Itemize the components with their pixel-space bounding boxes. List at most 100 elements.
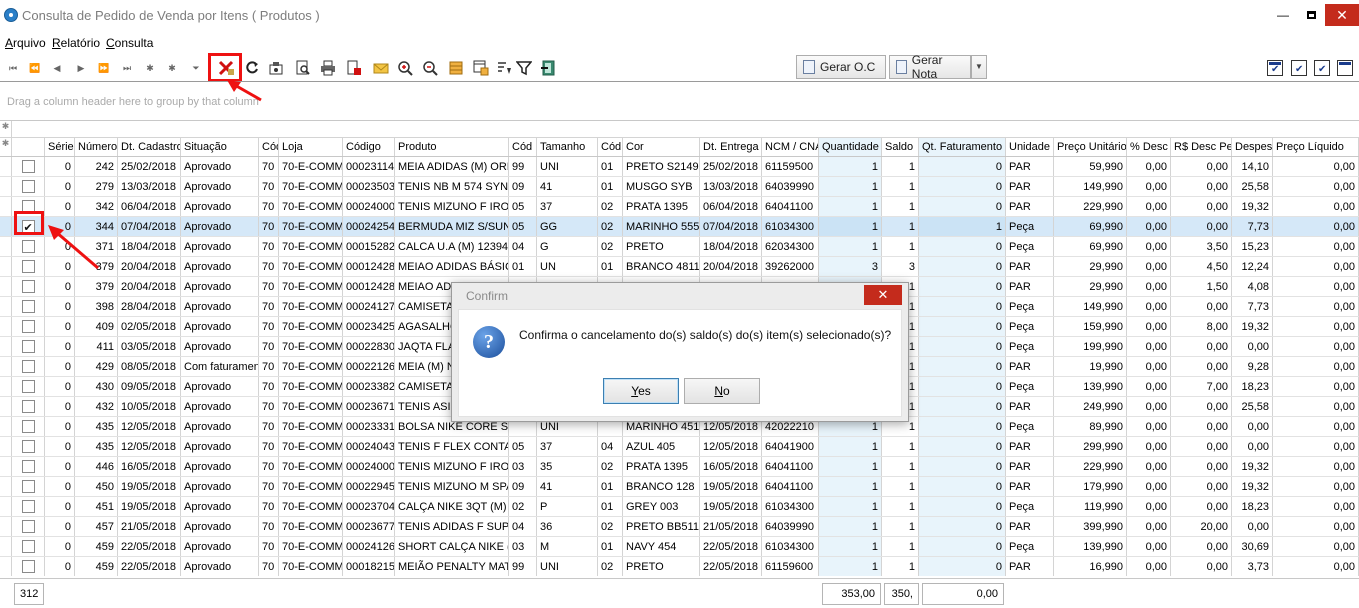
row-checkbox[interactable]: [21, 420, 35, 433]
column-header-dt-entrega[interactable]: Dt. Entrega: [700, 138, 762, 156]
print-icon[interactable]: [319, 59, 337, 77]
check-all-icon[interactable]: ✔: [1314, 60, 1330, 76]
first-record-icon[interactable]: ⏮: [4, 59, 22, 77]
column-header-despesa[interactable]: Despesa: [1232, 138, 1273, 156]
table-row[interactable]: 027913/03/2018Aprovado7070-E-COMMERCE000…: [0, 177, 1359, 197]
row-checkbox[interactable]: [21, 300, 35, 313]
table-row[interactable]: 045019/05/2018Aprovado7070-E-COMMERCE000…: [0, 477, 1359, 497]
layout-save-icon[interactable]: ✔: [1267, 60, 1283, 76]
gerar-nota-dropdown[interactable]: ▼: [971, 55, 987, 79]
sort-icon[interactable]: [495, 59, 513, 77]
row-indicator[interactable]: [0, 177, 12, 196]
row-indicator[interactable]: [0, 217, 12, 236]
row-checkbox[interactable]: [21, 260, 35, 273]
row-checkbox[interactable]: [21, 360, 35, 373]
post-record-icon[interactable]: ⏷: [187, 59, 205, 77]
table-row[interactable]: 034206/04/2018Aprovado7070-E-COMMERCE000…: [0, 197, 1359, 217]
row-indicator[interactable]: [0, 317, 12, 336]
zoom-in-icon[interactable]: [396, 59, 414, 77]
row-checkbox[interactable]: [21, 380, 35, 393]
layout-columns-icon[interactable]: ✔: [1291, 60, 1307, 76]
gerar-nota-button[interactable]: Gerar Nota: [889, 53, 971, 81]
column-header-quantidade[interactable]: Quantidade: [819, 138, 882, 156]
row-checkbox[interactable]: [21, 280, 35, 293]
row-checkbox[interactable]: [21, 480, 35, 493]
row-checkbox[interactable]: [21, 560, 35, 573]
row-checkbox[interactable]: [21, 240, 35, 253]
row-indicator[interactable]: [0, 377, 12, 396]
column-header-ncm[interactable]: NCM / CNAE: [762, 138, 819, 156]
prev-record-icon[interactable]: ◀: [48, 59, 66, 77]
column-header-tamanho[interactable]: Tamanho: [537, 138, 598, 156]
row-indicator[interactable]: [0, 517, 12, 536]
row-checkbox[interactable]: [21, 440, 35, 453]
row-indicator[interactable]: [0, 297, 12, 316]
exit-icon[interactable]: [539, 59, 557, 77]
column-header-dt-cadastro[interactable]: Dt. Cadastro: [118, 138, 181, 156]
row-indicator[interactable]: [0, 157, 12, 176]
row-checkbox[interactable]: [21, 320, 35, 333]
row-indicator[interactable]: [0, 477, 12, 496]
next-record-icon[interactable]: ▶: [72, 59, 90, 77]
filter-icon[interactable]: [515, 59, 533, 77]
settings-icon[interactable]: [267, 59, 285, 77]
column-header-cod-cor[interactable]: Cód: [598, 138, 623, 156]
column-header-unidade[interactable]: Unidade: [1006, 138, 1054, 156]
dialog-close-button[interactable]: ✕: [864, 285, 902, 305]
table-row[interactable]: 045922/05/2018Aprovado7070-E-COMMERCE000…: [0, 557, 1359, 576]
close-window-button[interactable]: ✕: [1325, 4, 1359, 26]
insert-record-icon[interactable]: ✱: [141, 59, 159, 77]
row-indicator[interactable]: [0, 397, 12, 416]
maximize-button[interactable]: [1296, 4, 1326, 26]
column-header-qt-faturamento[interactable]: Qt. Faturamento: [919, 138, 1006, 156]
row-indicator[interactable]: [0, 277, 12, 296]
zoom-out-icon[interactable]: [421, 59, 439, 77]
column-header-situacao[interactable]: Situação: [181, 138, 259, 156]
column-header-desc-pct[interactable]: % Desc: [1127, 138, 1171, 156]
column-header-numero[interactable]: Número: [75, 138, 118, 156]
menu-consulta[interactable]: Consulta: [106, 36, 153, 50]
row-indicator[interactable]: [0, 237, 12, 256]
table-config-icon[interactable]: [472, 59, 490, 77]
window-layout-icon[interactable]: [1337, 60, 1353, 76]
table-row[interactable]: 045119/05/2018Aprovado7070-E-COMMERCE000…: [0, 497, 1359, 517]
export-icon[interactable]: [345, 59, 363, 77]
row-indicator[interactable]: [0, 497, 12, 516]
column-header-saldo[interactable]: Saldo: [882, 138, 919, 156]
row-indicator[interactable]: [0, 357, 12, 376]
table-row[interactable]: 045922/05/2018Aprovado7070-E-COMMERCE000…: [0, 537, 1359, 557]
delete-record-icon[interactable]: ✱: [163, 59, 181, 77]
next-page-icon[interactable]: ⏩: [95, 59, 113, 77]
table-row[interactable]: 044616/05/2018Aprovado7070-E-COMMERCE000…: [0, 457, 1359, 477]
row-indicator[interactable]: [0, 417, 12, 436]
column-header-desc-pedido[interactable]: R$ Desc Pedido: [1171, 138, 1232, 156]
row-checkbox[interactable]: [21, 400, 35, 413]
grid-icon[interactable]: [447, 59, 465, 77]
column-header-serie[interactable]: Série: [45, 138, 75, 156]
menu-arquivo[interactable]: Arquivo: [5, 36, 46, 50]
column-header-loja[interactable]: Loja: [279, 138, 343, 156]
row-indicator[interactable]: [0, 557, 12, 576]
row-checkbox[interactable]: [21, 340, 35, 353]
column-header-cor[interactable]: Cor: [623, 138, 700, 156]
row-checkbox[interactable]: [21, 520, 35, 533]
row-checkbox[interactable]: [21, 500, 35, 513]
column-header-codigo[interactable]: Código: [343, 138, 395, 156]
menu-relatorio[interactable]: Relatório: [52, 36, 100, 50]
column-header-preco-unitario[interactable]: Preço Unitário: [1054, 138, 1127, 156]
preview-icon[interactable]: [294, 59, 312, 77]
no-button[interactable]: No: [684, 378, 760, 404]
table-row[interactable]: 037118/04/2018Aprovado7070-E-COMMERCE000…: [0, 237, 1359, 257]
row-indicator[interactable]: [0, 337, 12, 356]
refresh-icon[interactable]: [243, 59, 261, 77]
column-header-cod-tamanho[interactable]: Cód: [509, 138, 537, 156]
email-icon[interactable]: [372, 59, 390, 77]
row-checkbox[interactable]: [21, 180, 35, 193]
filter-row[interactable]: ✱: [0, 121, 1359, 138]
row-indicator[interactable]: [0, 257, 12, 276]
last-record-icon[interactable]: ⏭: [118, 59, 136, 77]
group-by-panel[interactable]: Drag a column header here to group by th…: [0, 82, 1359, 118]
yes-button[interactable]: Yes: [603, 378, 679, 404]
table-row[interactable]: 045721/05/2018Aprovado7070-E-COMMERCE000…: [0, 517, 1359, 537]
row-checkbox[interactable]: [21, 540, 35, 553]
